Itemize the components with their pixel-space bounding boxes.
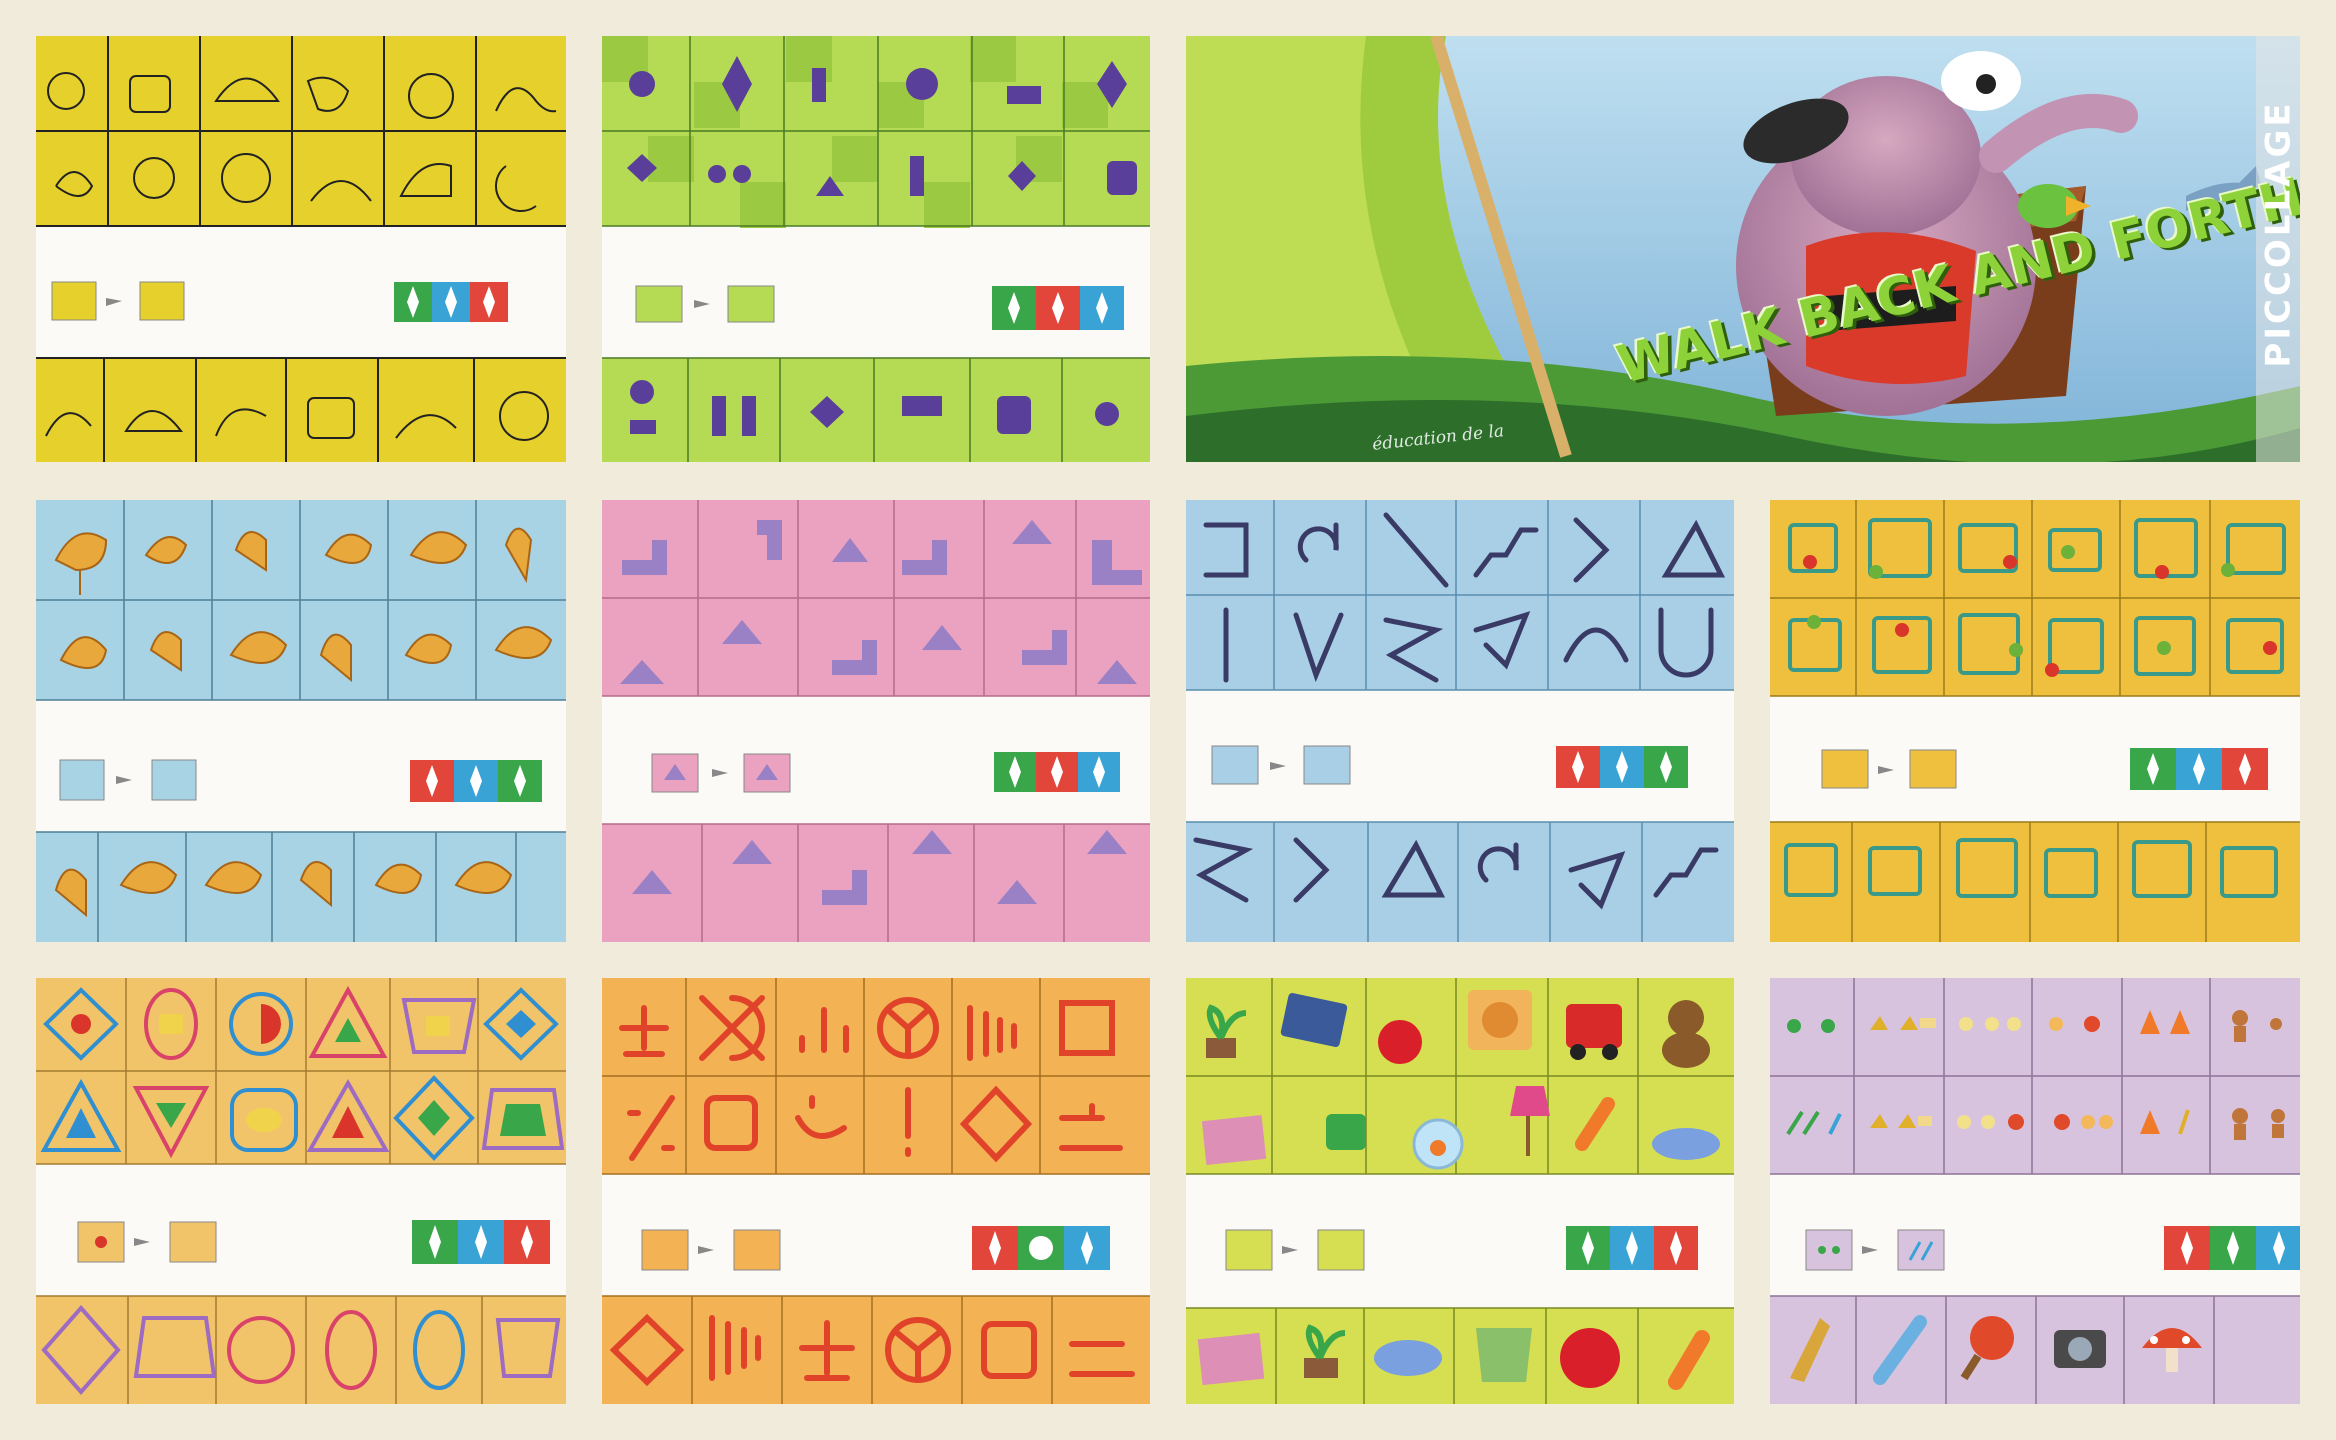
card-purple-shapes [602, 36, 1150, 462]
card-objects [1186, 978, 1734, 1404]
card-arrows [1186, 500, 1734, 942]
card-squares-apples [1770, 500, 2300, 942]
card-small-items [1770, 978, 2300, 1404]
card-pink-shapes [602, 500, 1150, 942]
card-colored-shapes [36, 978, 566, 1404]
card-roosters [36, 500, 566, 942]
card-doodles [36, 36, 566, 462]
card-red-symbols [602, 978, 1150, 1404]
piccollage-watermark: PICCOLLAGE [2259, 100, 2299, 368]
cover-walk-back-and-forth: WALK BACK AND FORTH éducation de la [1186, 36, 2300, 462]
